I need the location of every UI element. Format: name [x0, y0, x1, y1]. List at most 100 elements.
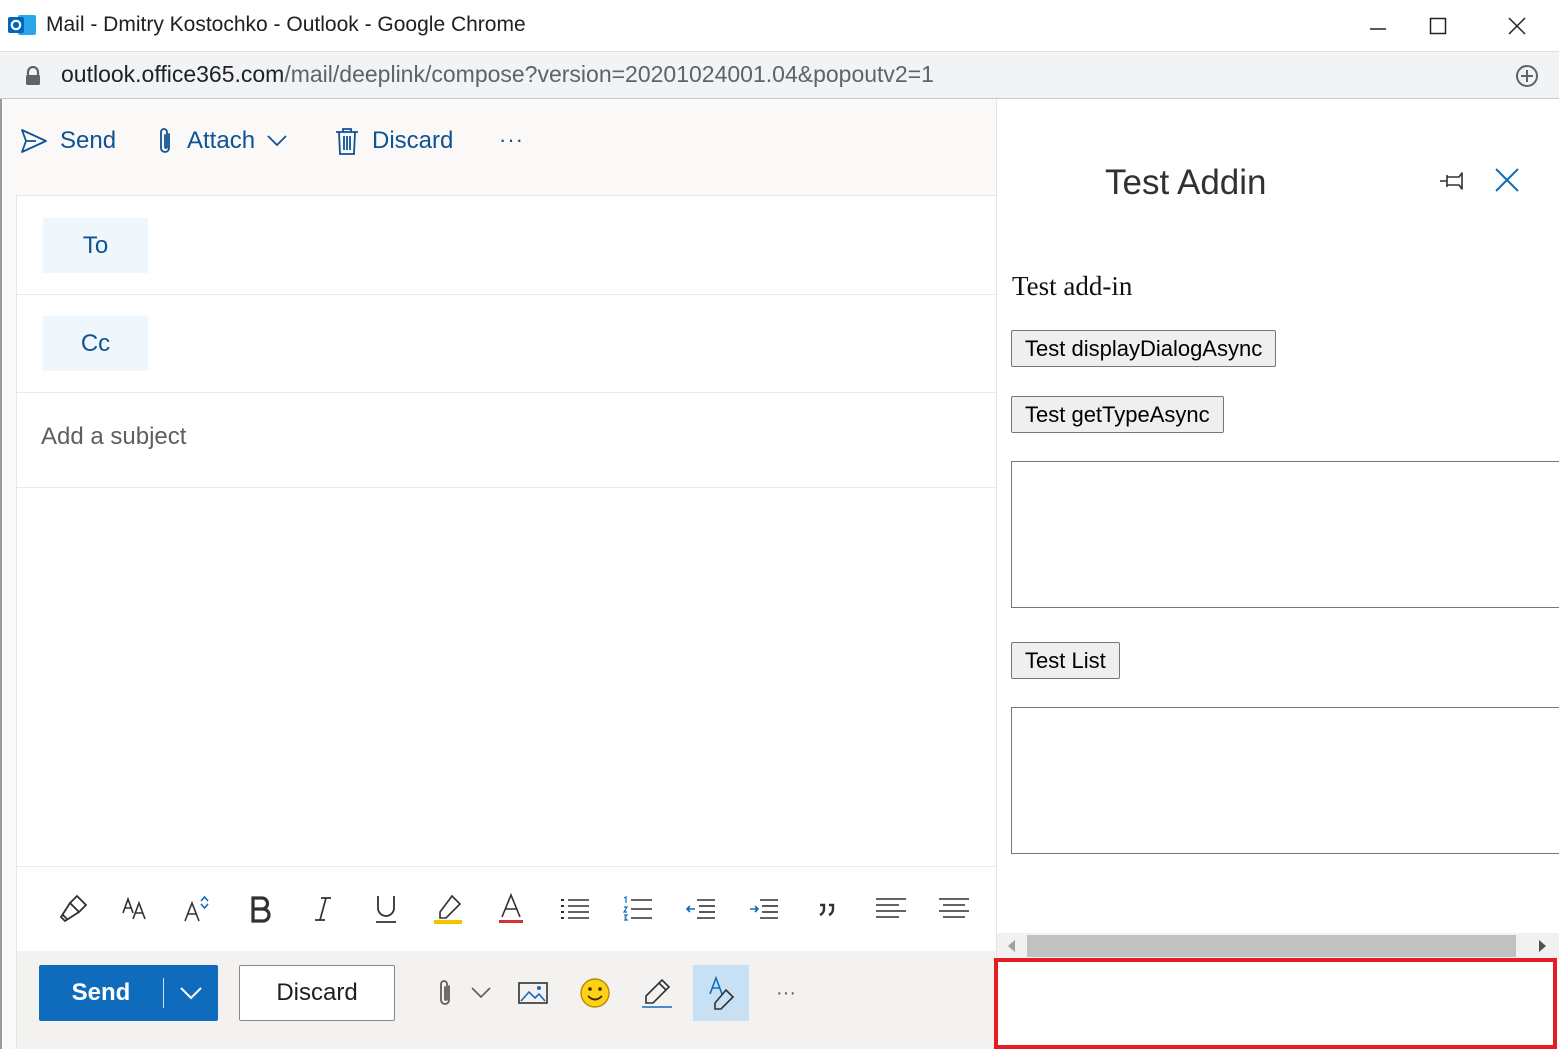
numbering-button[interactable] [618, 889, 658, 929]
grow-font-icon [184, 895, 209, 922]
chevron-down-icon [471, 987, 491, 999]
align-center-icon [939, 898, 969, 918]
highlighter-icon [434, 894, 462, 924]
close-icon[interactable] [1493, 165, 1521, 195]
cc-row[interactable]: Cc [17, 295, 999, 393]
grow-font-button[interactable] [177, 889, 217, 929]
bold-button[interactable] [240, 889, 280, 929]
attach-command-label: Attach [187, 127, 256, 154]
test-display-dialog-button[interactable]: Test displayDialogAsync [1011, 330, 1277, 367]
url-host: outlook.office365.com [61, 61, 285, 87]
font-color-icon [499, 893, 523, 923]
more-options-button[interactable]: ··· [499, 127, 524, 153]
bold-icon [251, 896, 271, 923]
decrease-indent-button[interactable] [681, 889, 721, 929]
picture-icon [518, 982, 548, 1004]
minimize-button[interactable] [1358, 10, 1398, 42]
format-painter-button[interactable] [53, 889, 93, 929]
align-center-button[interactable] [934, 889, 974, 929]
bottom-action-bar: Send Discard ··· [17, 951, 999, 1049]
paperclip-icon [440, 980, 450, 1005]
increase-indent-icon [750, 899, 778, 919]
discard-command[interactable]: Discard [334, 123, 453, 159]
paperclip-icon [160, 128, 170, 153]
send-icon [21, 129, 47, 153]
address-bar[interactable]: outlook.office365.com/mail/deeplink/comp… [0, 52, 1559, 99]
more-actions-button[interactable]: ··· [769, 965, 803, 1021]
insert-picture-button[interactable] [513, 965, 553, 1021]
minimize-icon [1370, 28, 1386, 30]
trash-icon [336, 128, 358, 155]
scroll-right-icon[interactable] [1538, 939, 1548, 953]
to-button[interactable]: To [43, 218, 148, 273]
align-left-button[interactable] [871, 889, 911, 929]
quote-button[interactable] [807, 889, 847, 929]
addin-pane: Test Addin Test add-in Test displayDialo… [996, 99, 1559, 1049]
editor-icon [709, 976, 735, 1010]
window-titlebar: Mail - Dmitry Kostochko - Outlook - Goog… [0, 0, 1559, 52]
font-size-icon [122, 896, 146, 920]
send-command-label: Send [60, 127, 117, 154]
formatting-toolbar [17, 866, 999, 951]
url-text[interactable]: outlook.office365.com/mail/deeplink/comp… [61, 61, 934, 88]
cc-button[interactable]: Cc [43, 316, 148, 371]
addin-title: Test Addin [1105, 163, 1267, 202]
bullet-list-icon [561, 899, 589, 919]
signature-pen-icon [642, 978, 672, 1008]
add-circle-icon[interactable] [1514, 63, 1540, 89]
message-body[interactable] [17, 488, 999, 864]
scrollbar-thumb[interactable] [1027, 935, 1516, 957]
test-list-button[interactable]: Test List [1011, 642, 1120, 679]
highlight-box [994, 958, 1557, 1049]
font-size-button[interactable] [115, 889, 155, 929]
lock-icon [26, 66, 40, 85]
addin-heading: Test add-in [1012, 271, 1133, 301]
format-painter-icon [59, 894, 88, 923]
decrease-indent-icon [685, 899, 715, 919]
highlight-button[interactable] [428, 889, 468, 929]
compose-area: Send Attach Discard ··· To Cc Add a subj… [0, 99, 999, 1049]
maximize-button[interactable] [1418, 10, 1458, 42]
to-row[interactable]: To [17, 196, 999, 295]
italic-button[interactable] [303, 889, 343, 929]
quote-icon [819, 903, 835, 917]
attach-command[interactable]: Attach [155, 123, 287, 159]
italic-icon [315, 897, 331, 921]
send-command[interactable]: Send [20, 123, 116, 159]
discard-command-label: Discard [372, 127, 454, 154]
maximize-icon [1429, 17, 1447, 35]
editor-button[interactable] [693, 965, 749, 1021]
outlook-app-icon [8, 15, 36, 35]
command-bar: Send Attach Discard ··· [2, 99, 996, 181]
discard-button[interactable]: Discard [239, 965, 395, 1021]
horizontal-scrollbar[interactable] [997, 933, 1559, 959]
align-left-icon [876, 898, 906, 918]
compose-card: To Cc Add a subject Send Discard ··· [16, 195, 999, 1049]
bullets-button[interactable] [555, 889, 595, 929]
emoji-button[interactable] [575, 965, 615, 1021]
url-path: /mail/deeplink/compose?version=202010240… [284, 61, 934, 87]
output-textarea-1[interactable] [1011, 461, 1559, 608]
chevron-down-icon [180, 986, 202, 999]
subject-input[interactable]: Add a subject [41, 423, 186, 451]
chevron-down-icon [267, 135, 287, 147]
pin-icon[interactable] [1437, 167, 1469, 195]
attach-button[interactable] [427, 965, 499, 1021]
subject-row[interactable]: Add a subject [17, 393, 999, 488]
underline-button[interactable] [366, 889, 406, 929]
scroll-left-icon[interactable] [1006, 939, 1016, 953]
send-button-label: Send [71, 979, 131, 1006]
close-window-button[interactable] [1497, 10, 1537, 42]
window-title: Mail - Dmitry Kostochko - Outlook - Goog… [46, 13, 526, 36]
numbered-list-icon [622, 896, 652, 921]
increase-indent-button[interactable] [744, 889, 784, 929]
send-options-dropdown[interactable] [164, 986, 218, 1000]
signature-button[interactable] [637, 965, 677, 1021]
send-button-separator [163, 978, 164, 1008]
output-textarea-2[interactable] [1011, 707, 1559, 854]
font-color-button[interactable] [491, 889, 531, 929]
test-get-type-button[interactable]: Test getTypeAsync [1011, 396, 1224, 433]
send-button[interactable]: Send [39, 965, 218, 1021]
emoji-icon [580, 978, 610, 1008]
underline-icon [376, 896, 396, 923]
